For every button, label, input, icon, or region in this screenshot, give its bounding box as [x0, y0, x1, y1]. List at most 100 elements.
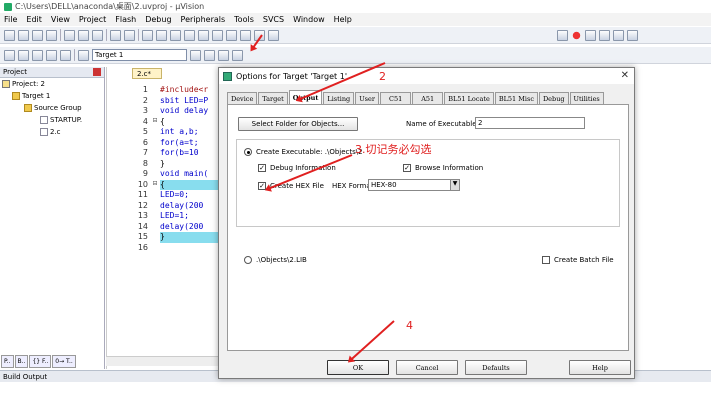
- batch-build-icon[interactable]: [46, 49, 57, 61]
- tree-project[interactable]: Project: 2: [0, 78, 104, 90]
- editor-tab-2c[interactable]: 2.c*: [132, 68, 162, 79]
- menu-file[interactable]: File: [4, 15, 17, 24]
- create-executable-radio[interactable]: [244, 148, 252, 156]
- tab-functions[interactable]: {} F..: [29, 355, 52, 368]
- tab-project[interactable]: P..: [1, 355, 14, 368]
- tab-bl51-misc[interactable]: BL51 Misc: [494, 92, 538, 104]
- tree-file-startup[interactable]: STARTUP.: [0, 114, 104, 126]
- line-number: 11: [137, 190, 148, 199]
- editor-tab-label: 2.c*: [137, 69, 152, 78]
- select-folder-button[interactable]: Select Folder for Objects...: [238, 117, 358, 131]
- indent-icon[interactable]: [212, 29, 223, 41]
- comment-icon[interactable]: [240, 29, 251, 41]
- stop-build-icon[interactable]: [78, 49, 89, 61]
- menu-peripherals[interactable]: Peripherals: [181, 15, 226, 24]
- create-library-radio[interactable]: [244, 256, 252, 264]
- menu-window[interactable]: Window: [293, 15, 325, 24]
- app-icon: [4, 2, 12, 11]
- create-library-label: .\Objects\2.LIB: [256, 256, 307, 264]
- code-line: delay(200: [160, 221, 204, 231]
- tab-a51[interactable]: A51: [412, 92, 444, 104]
- paste-icon[interactable]: [92, 29, 103, 41]
- window-layout-icon[interactable]: [613, 29, 624, 41]
- fold-icon[interactable]: ⊟: [151, 117, 159, 128]
- browse-info-checkbox[interactable]: ✓: [403, 164, 411, 172]
- close-icon[interactable]: ✕: [621, 70, 629, 81]
- pin-close-icon[interactable]: [93, 68, 101, 76]
- rebuild-icon[interactable]: [32, 49, 43, 61]
- bookmark-next-icon[interactable]: [198, 29, 209, 41]
- tab-listing[interactable]: Listing: [323, 92, 355, 104]
- breakpoint-disable-icon[interactable]: [585, 29, 596, 41]
- tab-device[interactable]: Device: [227, 92, 258, 104]
- tab-books[interactable]: B..: [14, 355, 29, 368]
- menu-edit[interactable]: Edit: [26, 15, 42, 24]
- cancel-button[interactable]: Cancel: [396, 360, 458, 375]
- executable-name-input[interactable]: 2: [475, 117, 585, 129]
- tree-target[interactable]: Target 1: [0, 90, 104, 102]
- breakpoint-kill-icon[interactable]: [599, 29, 610, 41]
- target-select[interactable]: Target 1: [92, 49, 187, 61]
- code-line: int a,b;: [160, 127, 199, 136]
- configure-icon[interactable]: [627, 29, 638, 41]
- breakpoint-icon[interactable]: [571, 29, 582, 41]
- menu-help[interactable]: Help: [334, 15, 352, 24]
- manage-project-icon[interactable]: [204, 49, 215, 61]
- tree-label: Project: 2: [12, 80, 45, 88]
- tab-templates[interactable]: 0→ T..: [52, 355, 76, 368]
- tab-bl51-locate[interactable]: BL51 Locate: [444, 92, 494, 104]
- project-icon: [2, 80, 10, 88]
- help-button[interactable]: Help: [569, 360, 631, 375]
- menu-project[interactable]: Project: [79, 15, 106, 24]
- tab-utilities[interactable]: Utilities: [569, 92, 604, 104]
- find-in-files-icon[interactable]: [268, 29, 279, 41]
- ok-button[interactable]: OK: [327, 360, 389, 375]
- toolbar-separator: [138, 29, 139, 41]
- debug-info-checkbox[interactable]: ✓: [258, 164, 266, 172]
- redo-icon[interactable]: [124, 29, 135, 41]
- fold-icon[interactable]: ⊟: [151, 180, 159, 191]
- menu-view[interactable]: View: [51, 15, 70, 24]
- copy-icon[interactable]: [78, 29, 89, 41]
- editor-hscrollbar[interactable]: [106, 356, 220, 366]
- save-all-icon[interactable]: [46, 29, 57, 41]
- nav-back-icon[interactable]: [142, 29, 153, 41]
- menu-svcs[interactable]: SVCS: [263, 15, 284, 24]
- hex-format-select[interactable]: HEX-80 ▼: [368, 179, 460, 191]
- undo-icon[interactable]: [110, 29, 121, 41]
- menu-flash[interactable]: Flash: [115, 15, 136, 24]
- tree-file-2c[interactable]: 2.c: [0, 126, 104, 138]
- hex-format-value: HEX-80: [371, 181, 397, 189]
- tree-label: Target 1: [22, 92, 51, 100]
- tab-target[interactable]: Target: [258, 92, 288, 104]
- target-options-icon[interactable]: [190, 49, 201, 61]
- translate-icon[interactable]: [4, 49, 15, 61]
- tree-label: Source Group: [34, 104, 82, 112]
- open-file-icon[interactable]: [18, 29, 29, 41]
- debug-icon[interactable]: [557, 29, 568, 41]
- create-batch-file-checkbox[interactable]: [542, 256, 550, 264]
- select-packs-icon[interactable]: [218, 49, 229, 61]
- line-number: 14: [137, 221, 148, 231]
- save-icon[interactable]: [32, 29, 43, 41]
- tab-debug[interactable]: Debug: [538, 92, 569, 104]
- tree-source-group[interactable]: Source Group: [0, 102, 104, 114]
- options-dialog: Options for Target 'Target 1' ✕ Device T…: [218, 67, 635, 379]
- file-toolbar: [0, 27, 711, 44]
- tab-user[interactable]: User: [355, 92, 379, 104]
- menu-debug[interactable]: Debug: [145, 15, 171, 24]
- defaults-button[interactable]: Defaults: [465, 360, 527, 375]
- menu-tools[interactable]: Tools: [234, 15, 254, 24]
- unindent-icon[interactable]: [226, 29, 237, 41]
- nav-forward-icon[interactable]: [156, 29, 167, 41]
- cut-icon[interactable]: [64, 29, 75, 41]
- pack-installer-icon[interactable]: [232, 49, 243, 61]
- line-number: 1: [142, 85, 148, 94]
- tab-c51[interactable]: C51: [379, 92, 412, 104]
- new-file-icon[interactable]: [4, 29, 15, 41]
- code-line: void delay: [160, 106, 209, 115]
- bookmark-icon[interactable]: [170, 29, 181, 41]
- build-icon[interactable]: [18, 49, 29, 61]
- bookmark-prev-icon[interactable]: [184, 29, 195, 41]
- download-icon[interactable]: [60, 49, 71, 61]
